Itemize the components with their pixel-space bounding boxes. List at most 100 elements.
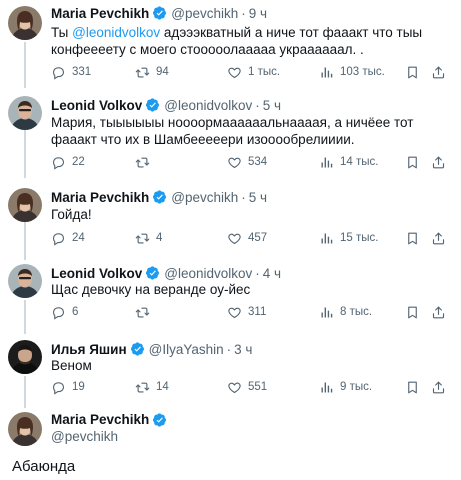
share-icon	[431, 231, 446, 246]
retweet-button[interactable]	[135, 303, 156, 321]
author-name[interactable]: Илья Яшин	[51, 342, 127, 357]
author-name[interactable]: Leonid Volkov	[51, 266, 142, 281]
reply-icon	[51, 155, 66, 170]
like-icon	[227, 155, 242, 170]
retweet-button[interactable]	[135, 153, 156, 171]
verified-badge-icon	[153, 6, 167, 20]
bookmark-button[interactable]	[405, 63, 420, 81]
verified-badge-icon	[153, 413, 167, 427]
like-count: 311	[248, 306, 267, 318]
share-icon	[431, 305, 446, 320]
views-icon	[319, 155, 334, 170]
author-handle[interactable]: @pevchikh	[171, 6, 238, 21]
retweet-button[interactable]: 14	[135, 378, 169, 396]
timestamp[interactable]: 9 ч	[249, 6, 267, 21]
tweet-text: Гойда!	[51, 207, 92, 222]
like-count: 534	[248, 156, 268, 168]
author-name[interactable]: Maria Pevchikh	[51, 6, 149, 21]
avatar[interactable]	[8, 188, 42, 222]
retweet-count: 14	[156, 381, 169, 393]
views-button[interactable]: 103 тыс.	[319, 63, 385, 81]
share-button[interactable]	[431, 303, 446, 321]
separator: ·	[241, 5, 246, 21]
retweet-button[interactable]: 94	[135, 63, 169, 81]
timestamp[interactable]: 4 ч	[263, 266, 281, 281]
author-name[interactable]: Maria Pevchikh	[51, 190, 149, 205]
separator: ·	[255, 265, 260, 281]
author-handle[interactable]: @leonidvolkov	[164, 266, 252, 281]
bookmark-button[interactable]	[405, 378, 420, 396]
author-name[interactable]: Maria Pevchikh	[51, 412, 149, 427]
share-button[interactable]	[431, 229, 446, 247]
reply-button[interactable]: 6	[51, 303, 78, 321]
author-handle[interactable]: @leonidvolkov	[164, 98, 252, 113]
avatar[interactable]	[8, 96, 42, 130]
bookmark-button[interactable]	[405, 229, 420, 247]
tweet-actions: 331 94 1 тыс. 103 тыс.	[51, 63, 451, 81]
timestamp[interactable]: 5 ч	[249, 190, 267, 205]
avatar[interactable]	[8, 264, 42, 298]
author-name[interactable]: Leonid Volkov	[51, 98, 142, 113]
tweet-text: Абаюнда	[12, 458, 76, 475]
retweet-button[interactable]: 4	[135, 229, 162, 247]
share-button[interactable]	[431, 153, 446, 171]
views-icon	[319, 380, 334, 395]
retweet-count: 94	[156, 66, 169, 78]
tweet-text: Ты @leonidvolkov адэээкватный а ниче тот…	[51, 24, 449, 58]
like-button[interactable]: 1 тыс.	[227, 63, 280, 81]
share-icon	[431, 155, 446, 170]
share-button[interactable]	[431, 63, 446, 81]
bookmark-icon	[405, 65, 420, 80]
bookmark-button[interactable]	[405, 303, 420, 321]
author-handle[interactable]: @pevchikh	[171, 190, 238, 205]
tweet[interactable]: Maria Pevchikh @pevchikh · 9 ч Ты @leoni…	[0, 0, 461, 88]
main-tweet[interactable]: Maria Pevchikh @pevchikh Абаюнда	[0, 408, 461, 480]
tweet[interactable]: Leonid Volkov @leonidvolkov · 5 ч Мария,…	[0, 92, 461, 178]
views-button[interactable]: 14 тыс.	[319, 153, 378, 171]
like-icon	[227, 380, 242, 395]
like-button[interactable]: 551	[227, 378, 267, 396]
bookmark-icon	[405, 231, 420, 246]
separator: ·	[241, 189, 246, 205]
tweet-text: Веном	[51, 358, 92, 373]
tweet[interactable]: Leonid Volkov @leonidvolkov · 4 ч Щас де…	[0, 262, 461, 334]
bookmark-icon	[405, 155, 420, 170]
reply-button[interactable]: 24	[51, 229, 85, 247]
like-button[interactable]: 311	[227, 303, 266, 321]
reply-icon	[51, 231, 66, 246]
avatar[interactable]	[8, 412, 42, 446]
views-count: 8 тыс.	[340, 306, 373, 318]
verified-badge-icon	[153, 190, 167, 204]
share-button[interactable]	[431, 378, 446, 396]
separator: ·	[226, 341, 232, 357]
avatar[interactable]	[8, 6, 42, 40]
verified-badge-icon	[146, 98, 160, 112]
bookmark-button[interactable]	[405, 153, 420, 171]
timestamp[interactable]: 3 ч	[234, 342, 252, 357]
bookmark-icon	[405, 380, 420, 395]
author-handle[interactable]: @IlyaYashin	[149, 342, 224, 357]
tweet-actions: 19 14 551 9 тыс.	[51, 378, 451, 396]
views-button[interactable]: 15 тыс.	[319, 229, 378, 247]
avatar[interactable]	[8, 340, 42, 374]
verified-badge-icon	[146, 266, 160, 280]
timestamp[interactable]: 5 ч	[263, 98, 281, 113]
like-button[interactable]: 534	[227, 153, 267, 171]
bookmark-icon	[405, 305, 420, 320]
tweet-text-part: Ты	[51, 25, 73, 40]
tweet[interactable]: Илья Яшин @IlyaYashin · 3 ч Веном 19 14 …	[0, 338, 461, 408]
tweet[interactable]: Maria Pevchikh @pevchikh · 5 ч Гойда! 24…	[0, 184, 461, 260]
reply-icon	[51, 305, 66, 320]
reply-count: 331	[72, 66, 92, 78]
views-button[interactable]: 8 тыс.	[319, 303, 372, 321]
reply-button[interactable]: 331	[51, 63, 91, 81]
like-button[interactable]: 457	[227, 229, 267, 247]
separator: ·	[255, 97, 260, 113]
tweet-text: Щас девочку на веранде оу-йес	[51, 282, 251, 297]
retweet-count: 4	[156, 232, 163, 244]
reply-button[interactable]: 19	[51, 378, 85, 396]
mention-link[interactable]: @leonidvolkov	[72, 25, 160, 40]
reply-button[interactable]: 22	[51, 153, 85, 171]
views-button[interactable]: 9 тыс.	[319, 378, 372, 396]
author-handle[interactable]: @pevchikh	[51, 429, 167, 444]
